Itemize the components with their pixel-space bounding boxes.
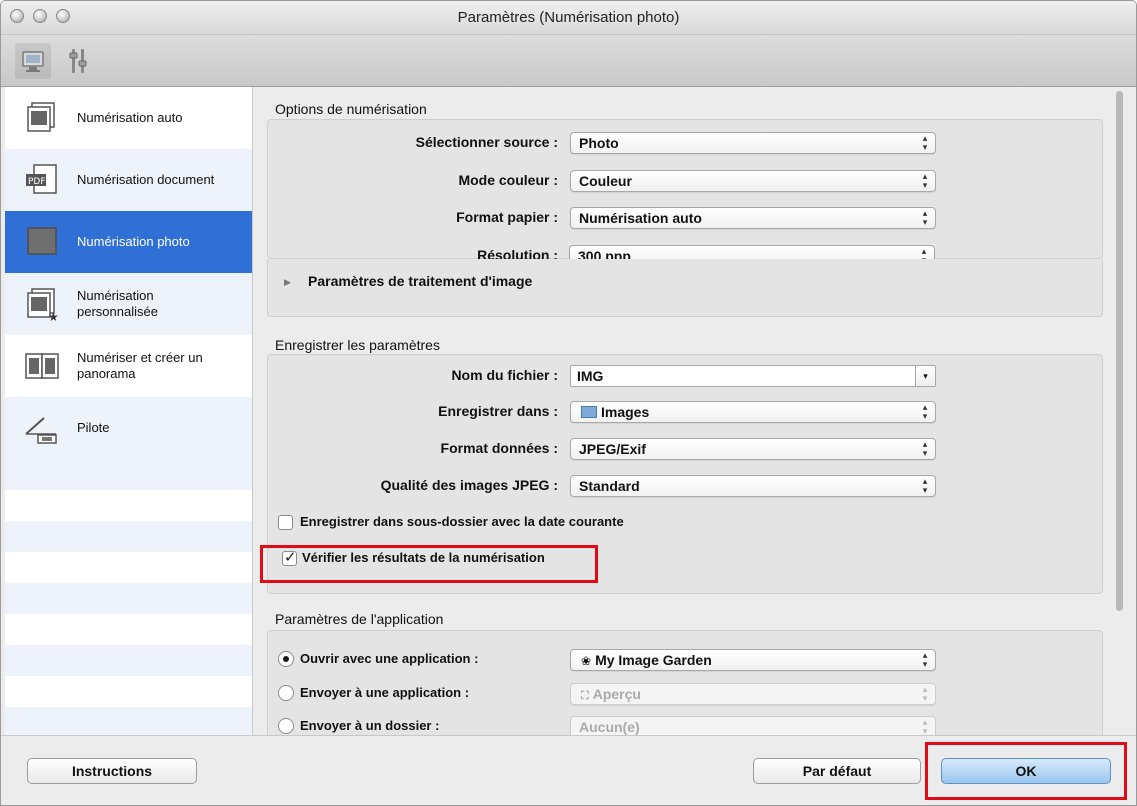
send-to-folder-label: Envoyer à un dossier : xyxy=(300,718,440,733)
radio-dot xyxy=(283,656,289,662)
app-settings-title: Paramètres de l'application xyxy=(275,611,444,627)
general-settings-tab[interactable] xyxy=(61,43,97,79)
updown-arrows-icon: ▴▾ xyxy=(922,133,928,152)
document-scan-icon: PDF xyxy=(19,160,65,200)
paper-format-value: Numérisation auto xyxy=(579,210,702,226)
updown-arrows-icon: ▴▾ xyxy=(922,439,928,458)
defaults-button[interactable]: Par défaut xyxy=(753,758,921,784)
send-to-folder-value: Aucun(e) xyxy=(579,719,640,735)
preview-app-icon: ⛶ xyxy=(581,690,589,702)
filename-combobox[interactable]: IMG ▾ xyxy=(570,365,936,387)
scan-options-group-lower: ▶ Paramètres de traitement d'image xyxy=(267,259,1103,317)
disclosure-triangle-icon[interactable]: ▶ xyxy=(284,277,291,288)
sidebar-empty-row xyxy=(5,459,252,490)
driver-icon xyxy=(19,408,65,448)
jpeg-quality-value: Standard xyxy=(579,478,640,494)
save-in-label: Enregistrer dans : xyxy=(438,403,558,419)
save-in-value: Images xyxy=(601,404,650,420)
highlight-check-results xyxy=(260,545,598,583)
scan-options-title: Options de numérisation xyxy=(275,101,427,117)
source-label: Sélectionner source : xyxy=(415,134,558,150)
subfolder-checkbox[interactable] xyxy=(278,515,293,530)
updown-arrows-icon: ▴▾ xyxy=(922,208,928,227)
filename-value: IMG xyxy=(577,368,604,384)
sidebar-item-label: Numériser et créer un panorama xyxy=(77,350,203,381)
send-to-app-label: Envoyer à une application : xyxy=(300,685,470,700)
source-select[interactable]: Photo ▴ ▾ xyxy=(570,132,936,154)
svg-text:PDF: PDF xyxy=(28,177,46,187)
color-mode-select[interactable]: Couleur ▴ ▾ xyxy=(570,170,936,192)
sidebar-item-document-scan[interactable]: PDF Numérisation document xyxy=(5,149,252,211)
jpeg-quality-select[interactable]: Standard ▴ ▾ xyxy=(570,475,936,497)
scanner-settings-icon xyxy=(22,51,44,72)
save-in-select[interactable]: Images ▴ ▾ xyxy=(570,401,936,423)
settings-panel: Options de numérisation Sélectionner sou… xyxy=(257,87,1131,735)
save-settings-title: Enregistrer les paramètres xyxy=(275,337,440,353)
sidebar-item-custom-scan[interactable]: ★ Numérisation personnalisée xyxy=(5,273,252,335)
photo-scan-icon xyxy=(19,222,65,262)
settings-window: Paramètres (Numérisation photo) Numérisa… xyxy=(0,0,1137,806)
open-with-select[interactable]: ❀ My Image Garden ▴ ▾ xyxy=(570,649,936,671)
scan-options-group: Sélectionner source : Photo ▴ ▾ Mode coul… xyxy=(267,119,1103,263)
instructions-button[interactable]: Instructions xyxy=(27,758,197,784)
paper-format-label: Format papier : xyxy=(456,209,558,225)
open-with-radio[interactable] xyxy=(278,651,294,667)
paper-format-select[interactable]: Numérisation auto ▴ ▾ xyxy=(570,207,936,229)
updown-arrows-icon: ▴▾ xyxy=(922,650,928,669)
sidebar-item-panorama-scan[interactable]: Numériser et créer un panorama xyxy=(5,335,252,397)
vertical-scrollbar[interactable] xyxy=(1116,91,1123,611)
color-mode-label: Mode couleur : xyxy=(458,172,558,188)
app-icon: ❀ xyxy=(581,654,592,668)
sidebar-item-label: Pilote xyxy=(77,420,110,435)
scanner-settings-tab[interactable] xyxy=(15,43,51,79)
sidebar-item-photo-scan[interactable]: Numérisation photo xyxy=(5,211,252,273)
color-mode-value: Couleur xyxy=(579,173,632,189)
footer: Instructions Par défaut OK xyxy=(1,735,1136,805)
highlight-ok-button xyxy=(925,742,1127,800)
data-format-label: Format données : xyxy=(440,440,558,456)
sidebar-item-label: Numérisation auto xyxy=(77,110,183,125)
subfolder-label: Enregistrer dans sous-dossier avec la da… xyxy=(300,514,624,529)
updown-arrows-icon: ▴▾ xyxy=(922,717,928,736)
dropdown-arrow-icon[interactable]: ▾ xyxy=(915,366,935,386)
custom-scan-icon: ★ xyxy=(19,284,65,324)
sidebar-item-auto-scan[interactable]: Numérisation auto xyxy=(5,87,252,149)
send-to-app-radio[interactable] xyxy=(278,685,294,701)
sidebar-item-label: Numérisation photo xyxy=(77,234,190,249)
updown-arrows-icon: ▴▾ xyxy=(922,684,928,703)
app-settings-group: Ouvrir avec une application : ❀ My Image … xyxy=(267,630,1103,735)
sidebar-empty-row xyxy=(5,521,252,552)
send-to-app-select: ⛶ Aperçu ▴ ▾ xyxy=(570,683,936,705)
window-title: Paramètres (Numérisation photo) xyxy=(457,9,680,26)
title-bar: Paramètres (Numérisation photo) xyxy=(1,1,1136,35)
data-format-select[interactable]: JPEG/Exif ▴ ▾ xyxy=(570,438,936,460)
image-processing-disclosure[interactable]: Paramètres de traitement d'image xyxy=(308,273,532,289)
sidebar-item-driver[interactable]: Pilote xyxy=(5,397,252,459)
sidebar-empty-row xyxy=(5,583,252,614)
updown-arrows-icon: ▴▾ xyxy=(922,476,928,495)
data-format-value: JPEG/Exif xyxy=(579,441,646,457)
updown-arrows-icon: ▴▾ xyxy=(922,402,928,421)
send-to-app-value: Aperçu xyxy=(592,686,641,702)
folder-icon xyxy=(581,406,597,418)
open-with-label: Ouvrir avec une application : xyxy=(300,651,479,666)
jpeg-quality-label: Qualité des images JPEG : xyxy=(380,477,558,493)
sidebar-empty-row xyxy=(5,707,252,735)
general-settings-icon xyxy=(69,49,87,73)
open-with-value: My Image Garden xyxy=(595,652,712,668)
source-value: Photo xyxy=(579,135,619,151)
send-to-folder-radio[interactable] xyxy=(278,718,294,734)
sidebar: Numérisation auto PDF Numérisation docum… xyxy=(5,87,253,735)
toolbar xyxy=(1,35,1136,87)
sidebar-item-label: Numérisation personnalisée xyxy=(77,288,158,319)
sidebar-empty-row xyxy=(5,645,252,676)
send-to-folder-select: Aucun(e) ▴ ▾ xyxy=(570,716,936,735)
svg-text:★: ★ xyxy=(48,310,59,322)
updown-arrows-icon: ▴▾ xyxy=(922,171,928,190)
auto-scan-icon xyxy=(19,98,65,138)
panorama-scan-icon xyxy=(19,346,65,386)
filename-label: Nom du fichier : xyxy=(451,367,558,383)
sidebar-item-label: Numérisation document xyxy=(77,172,215,187)
